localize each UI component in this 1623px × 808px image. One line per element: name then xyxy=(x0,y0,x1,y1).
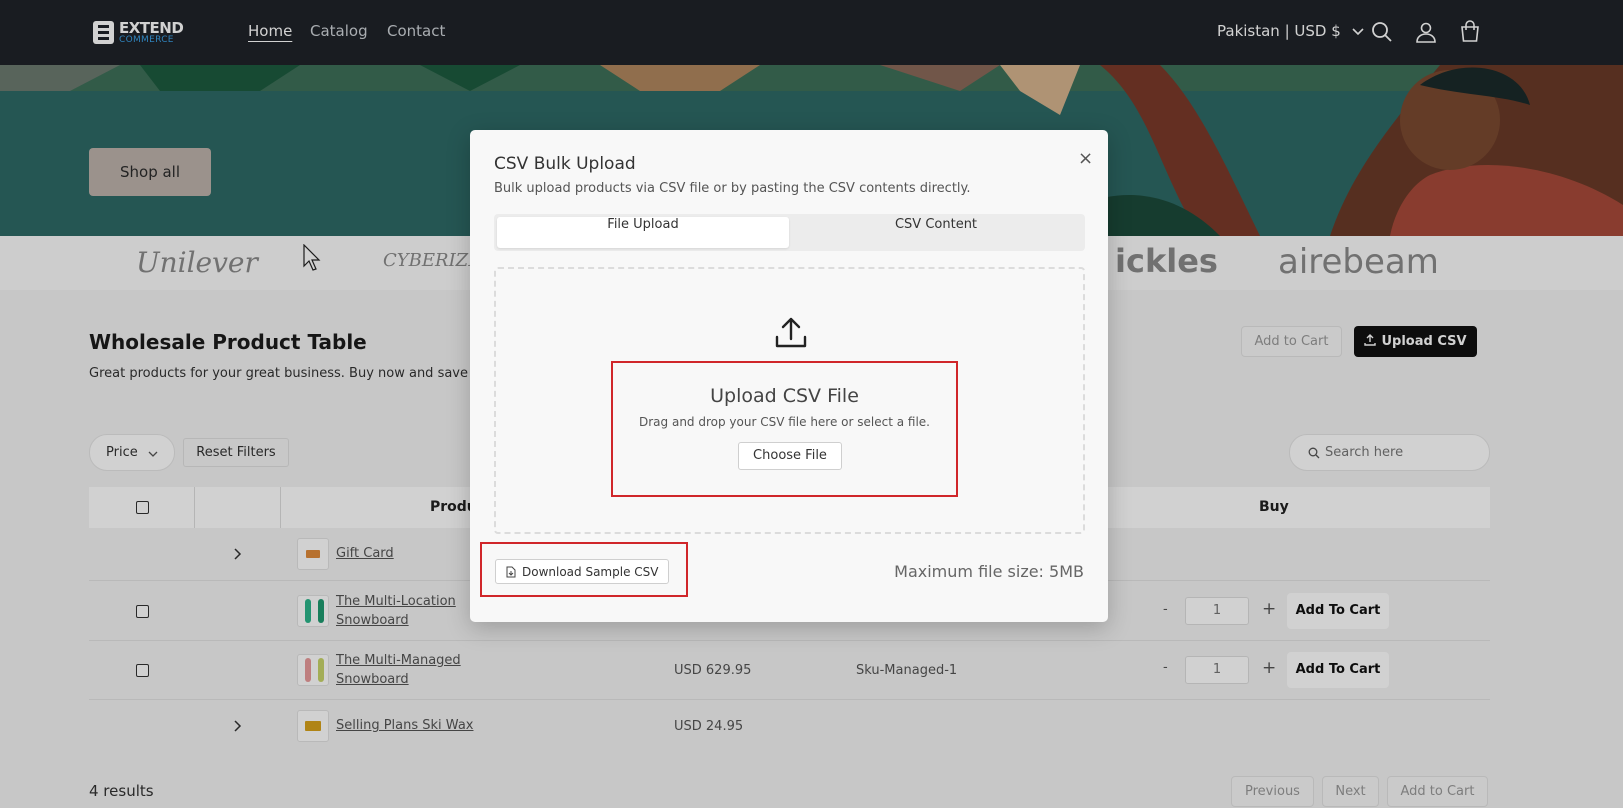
choose-file-button[interactable]: Choose File xyxy=(738,442,842,470)
close-icon[interactable]: × xyxy=(1078,148,1093,169)
upload-icon xyxy=(775,317,807,348)
upload-tabs: File Upload CSV Content xyxy=(494,214,1085,251)
download-highlight-box: Download Sample CSV xyxy=(480,542,688,597)
download-sample-csv-button[interactable]: Download Sample CSV xyxy=(495,559,669,584)
upload-title: Upload CSV File xyxy=(710,385,859,407)
upload-subtitle: Drag and drop your CSV file here or sele… xyxy=(639,415,930,429)
max-file-size: Maximum file size: 5MB xyxy=(894,562,1084,581)
modal-subtitle: Bulk upload products via CSV file or by … xyxy=(494,181,971,196)
download-sample-label: Download Sample CSV xyxy=(522,565,659,579)
tab-file-upload[interactable]: File Upload xyxy=(497,217,789,248)
tab-csv-content[interactable]: CSV Content xyxy=(790,217,1082,248)
modal-title: CSV Bulk Upload xyxy=(494,154,636,174)
upload-highlight-box: Upload CSV File Drag and drop your CSV f… xyxy=(611,361,958,497)
csv-upload-modal: CSV Bulk Upload Bulk upload products via… xyxy=(470,130,1108,622)
file-icon xyxy=(506,566,516,578)
file-dropzone[interactable]: Upload CSV File Drag and drop your CSV f… xyxy=(494,267,1085,534)
